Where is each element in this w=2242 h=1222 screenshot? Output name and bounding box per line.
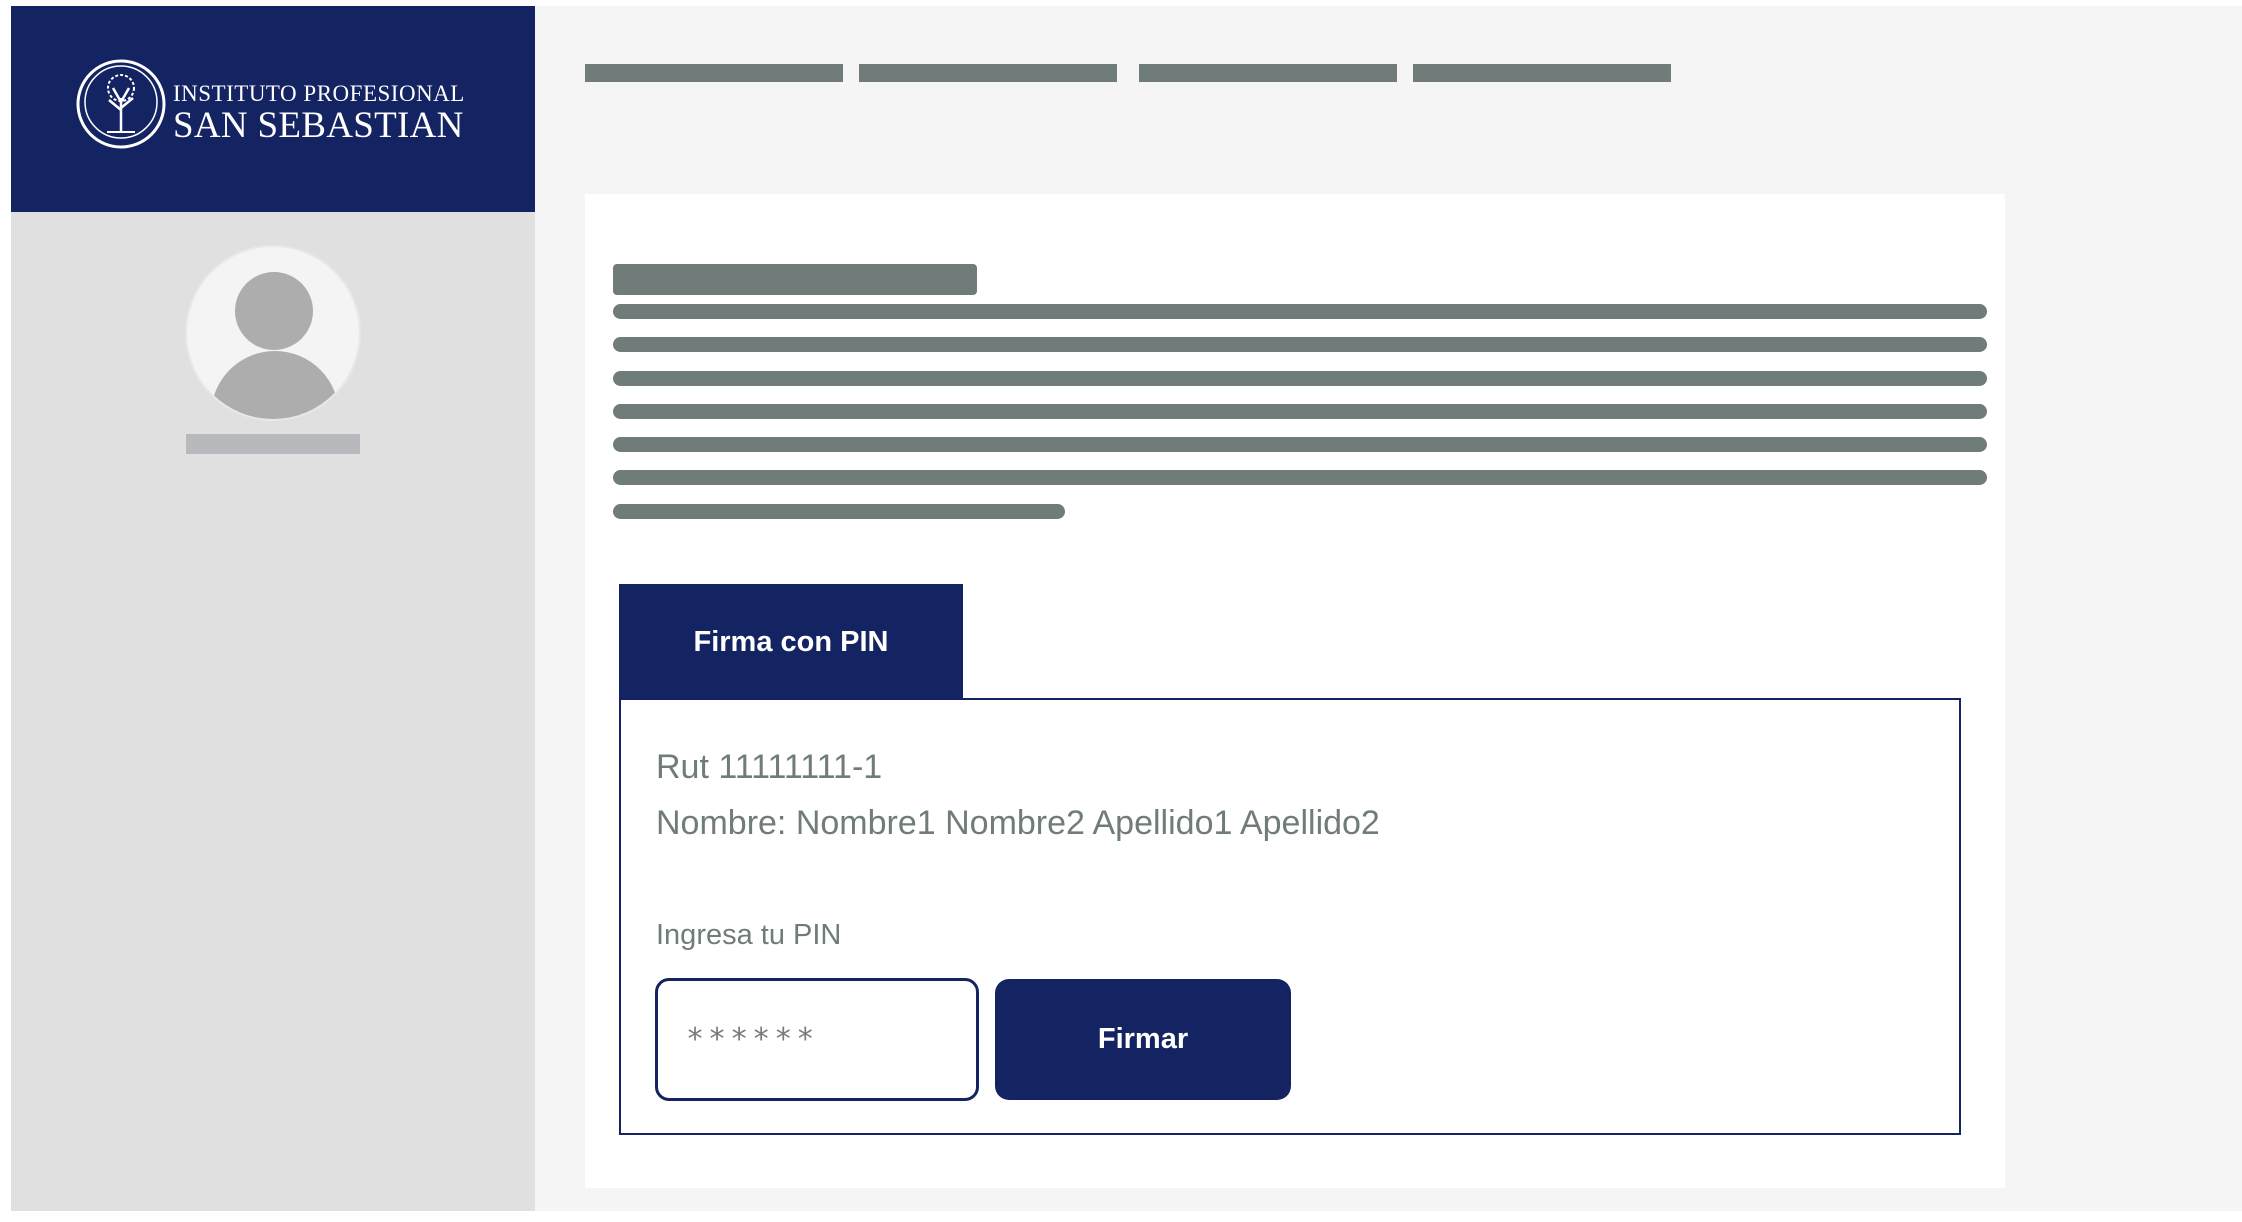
text-line-placeholder [613,304,1987,319]
rut-text: Rut 11111111-1 [656,748,883,786]
text-line-placeholder [613,470,1987,485]
brand-name: INSTITUTO PROFESIONAL SAN SEBASTIAN [173,82,465,144]
text-line-placeholder [613,371,1987,386]
title-placeholder [613,264,977,295]
nav-item-placeholder[interactable] [585,64,843,82]
brand-line1: INSTITUTO PROFESIONAL [173,81,465,106]
text-line-placeholder [613,337,1987,352]
avatar-body [211,351,339,419]
nav-item-placeholder[interactable] [1139,64,1397,82]
nav-item-placeholder[interactable] [1413,64,1671,82]
text-line-placeholder [613,437,1987,452]
pin-input[interactable] [655,978,979,1101]
nav-item-placeholder[interactable] [859,64,1117,82]
username-placeholder [186,434,360,454]
nombre-text: Nombre: Nombre1 Nombre2 Apellido1 Apelli… [656,804,1380,842]
text-line-placeholder [613,504,1065,519]
pin-label: Ingresa tu PIN [656,919,842,951]
tree-emblem-icon [76,59,166,149]
user-avatar-icon [185,245,361,421]
brand-line2: SAN SEBASTIAN [173,105,464,146]
brand-header: INSTITUTO PROFESIONAL SAN SEBASTIAN [11,6,535,212]
avatar-head [235,272,313,350]
text-line-placeholder [613,404,1987,419]
tab-firma-pin[interactable]: Firma con PIN [619,584,963,700]
sign-button[interactable]: Firmar [995,979,1291,1100]
